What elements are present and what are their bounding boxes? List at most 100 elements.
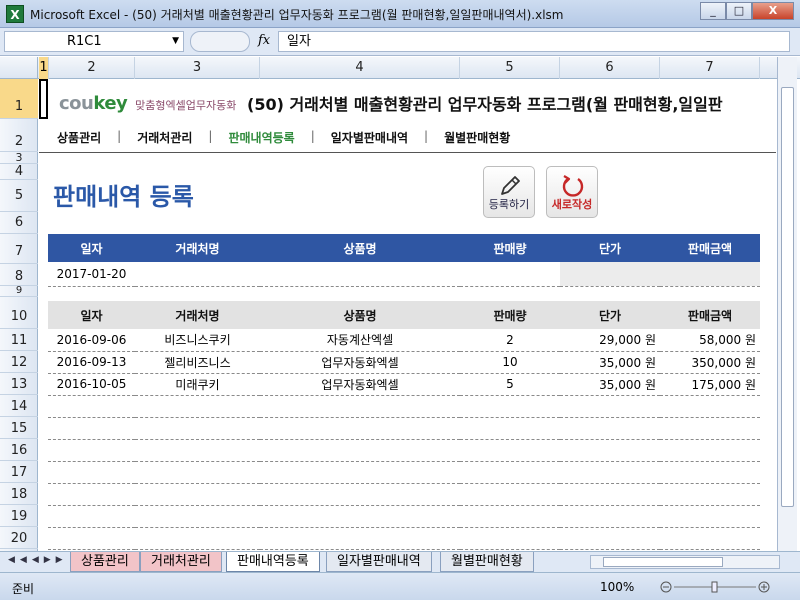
product-cell[interactable]: 자동계산엑셀 (260, 329, 460, 352)
column-header[interactable]: 7 (660, 57, 760, 79)
menu-item-sales-entry[interactable]: 판매내역등록 (228, 129, 294, 146)
amount-cell[interactable]: 58,000 원 (660, 329, 760, 352)
row-header[interactable]: 10 (0, 297, 38, 329)
table-row[interactable] (48, 461, 760, 484)
logo-text-key: key (93, 93, 128, 114)
table-row[interactable] (48, 417, 760, 440)
amount-cell[interactable]: 175,000 원 (660, 373, 760, 396)
row-header[interactable]: 2 (0, 119, 38, 152)
entry-client-cell[interactable] (135, 262, 260, 287)
row-header[interactable]: 5 (0, 180, 38, 212)
quantity-cell[interactable]: 10 (460, 351, 560, 374)
row-header[interactable]: 7 (0, 234, 38, 264)
entry-date-cell[interactable]: 2017-01-20 (48, 262, 135, 287)
table-row[interactable] (48, 395, 760, 418)
row-header[interactable]: 18 (0, 483, 38, 505)
table-row[interactable] (48, 483, 760, 506)
maximize-button[interactable]: □ (726, 2, 752, 20)
menu-item-clients[interactable]: 거래처관리 (137, 129, 192, 146)
title-bar: X Microsoft Excel - (50) 거래처별 매출현황관리 업무자… (0, 0, 800, 28)
close-button[interactable]: X (752, 2, 794, 20)
row-header[interactable]: 15 (0, 417, 38, 439)
client-cell[interactable]: 미래쿠키 (135, 373, 260, 396)
table-row[interactable]: 2016-09-13 젤리비즈니스 업무자동화엑셀 10 35,000 원 35… (48, 351, 760, 374)
row-header[interactable]: 11 (0, 329, 38, 351)
formula-input[interactable]: 일자 (278, 31, 790, 52)
header-product: 상품명 (260, 234, 460, 262)
column-header[interactable]: 1 (39, 57, 49, 79)
table-row[interactable] (48, 505, 760, 528)
top-menu: 상품관리 | 거래처관리 | 판매내역등록 | 일자별판매내역 | 월별판매현황 (57, 129, 510, 146)
active-cell[interactable] (39, 79, 48, 119)
date-cell[interactable]: 2016-09-06 (48, 329, 135, 352)
vertical-scrollbar[interactable] (777, 57, 797, 551)
name-box[interactable]: R1C1 ▼ (4, 31, 184, 52)
column-header[interactable]: 5 (460, 57, 560, 79)
minimize-button[interactable]: _ (700, 2, 726, 20)
unit-price-cell[interactable]: 35,000 원 (560, 373, 660, 396)
row-header[interactable]: 8 (0, 264, 38, 286)
menu-separator: | (208, 129, 213, 143)
row-header[interactable]: 20 (0, 527, 38, 549)
quantity-cell[interactable]: 2 (460, 329, 560, 352)
formula-controls[interactable] (190, 31, 250, 52)
row-header[interactable]: 6 (0, 212, 38, 234)
product-cell[interactable]: 업무자동화엑셀 (260, 351, 460, 374)
row-header[interactable]: 14 (0, 395, 38, 417)
column-header[interactable]: 3 (135, 57, 260, 79)
product-cell[interactable]: 업무자동화엑셀 (260, 373, 460, 396)
scroll-thumb[interactable] (603, 557, 723, 567)
chevron-down-icon[interactable]: ▼ (172, 32, 179, 51)
amount-cell[interactable]: 350,000 원 (660, 351, 760, 374)
select-all-corner[interactable] (0, 57, 38, 79)
quantity-cell[interactable]: 5 (460, 373, 560, 396)
row-header[interactable]: 1 (0, 79, 38, 119)
row-header[interactable]: 4 (0, 164, 38, 180)
menu-item-monthly-sales[interactable]: 월별판매현황 (444, 129, 510, 146)
table-row[interactable] (48, 439, 760, 462)
row-header[interactable]: 19 (0, 505, 38, 527)
table-row[interactable]: 2016-10-05 미래쿠키 업무자동화엑셀 5 35,000 원 175,0… (48, 373, 760, 396)
tab-daily-sales[interactable]: 일자별판매내역 (326, 552, 432, 572)
row-header[interactable]: 12 (0, 351, 38, 373)
row-header[interactable]: 9 (0, 286, 38, 297)
scroll-thumb[interactable] (781, 87, 794, 507)
header-client: 거래처명 (135, 301, 260, 329)
register-button[interactable]: 등록하기 (483, 166, 535, 218)
client-cell[interactable]: 비즈니스쿠키 (135, 329, 260, 352)
menu-item-daily-sales[interactable]: 일자별판매내역 (331, 129, 408, 146)
excel-icon[interactable]: X (6, 5, 24, 23)
tab-sales-entry[interactable]: 판매내역등록 (226, 552, 320, 572)
menu-separator: | (424, 129, 429, 143)
column-header[interactable]: 6 (560, 57, 660, 79)
new-button[interactable]: 새로작성 (546, 166, 598, 218)
horizontal-scrollbar[interactable] (590, 555, 780, 569)
unit-price-cell[interactable]: 35,000 원 (560, 351, 660, 374)
entry-product-cell[interactable] (260, 262, 460, 287)
date-cell[interactable]: 2016-09-13 (48, 351, 135, 374)
date-cell[interactable]: 2016-10-05 (48, 373, 135, 396)
window-title: Microsoft Excel - (50) 거래처별 매출현황관리 업무자동화… (30, 8, 564, 22)
insert-function-icon[interactable]: fx (258, 33, 270, 48)
entry-row: 2017-01-20 (48, 262, 760, 287)
tab-monthly-sales[interactable]: 월별판매현황 (440, 552, 534, 572)
table-row[interactable] (48, 527, 760, 550)
table-row[interactable]: 2016-09-06 비즈니스쿠키 자동계산엑셀 2 29,000 원 58,0… (48, 329, 760, 352)
row-header[interactable]: 3 (0, 152, 38, 164)
client-cell[interactable]: 젤리비즈니스 (135, 351, 260, 374)
tab-clients[interactable]: 거래처관리 (140, 552, 222, 572)
page-title: 판매내역 등록 (53, 183, 194, 211)
entry-quantity-cell[interactable] (460, 262, 560, 287)
menu-item-products[interactable]: 상품관리 (57, 129, 101, 146)
zoom-level[interactable]: 100% (600, 580, 634, 594)
row-header[interactable]: 17 (0, 461, 38, 483)
status-ready: 준비 (12, 582, 35, 596)
row-header[interactable]: 16 (0, 439, 38, 461)
column-header[interactable]: 2 (49, 57, 135, 79)
zoom-slider[interactable] (660, 581, 770, 593)
column-header[interactable]: 4 (260, 57, 460, 79)
unit-price-cell[interactable]: 29,000 원 (560, 329, 660, 352)
row-header[interactable]: 13 (0, 373, 38, 395)
tab-products[interactable]: 상품관리 (70, 552, 140, 572)
tab-navigation-arrows[interactable]: ◀◀◀▶▶ (8, 555, 68, 565)
